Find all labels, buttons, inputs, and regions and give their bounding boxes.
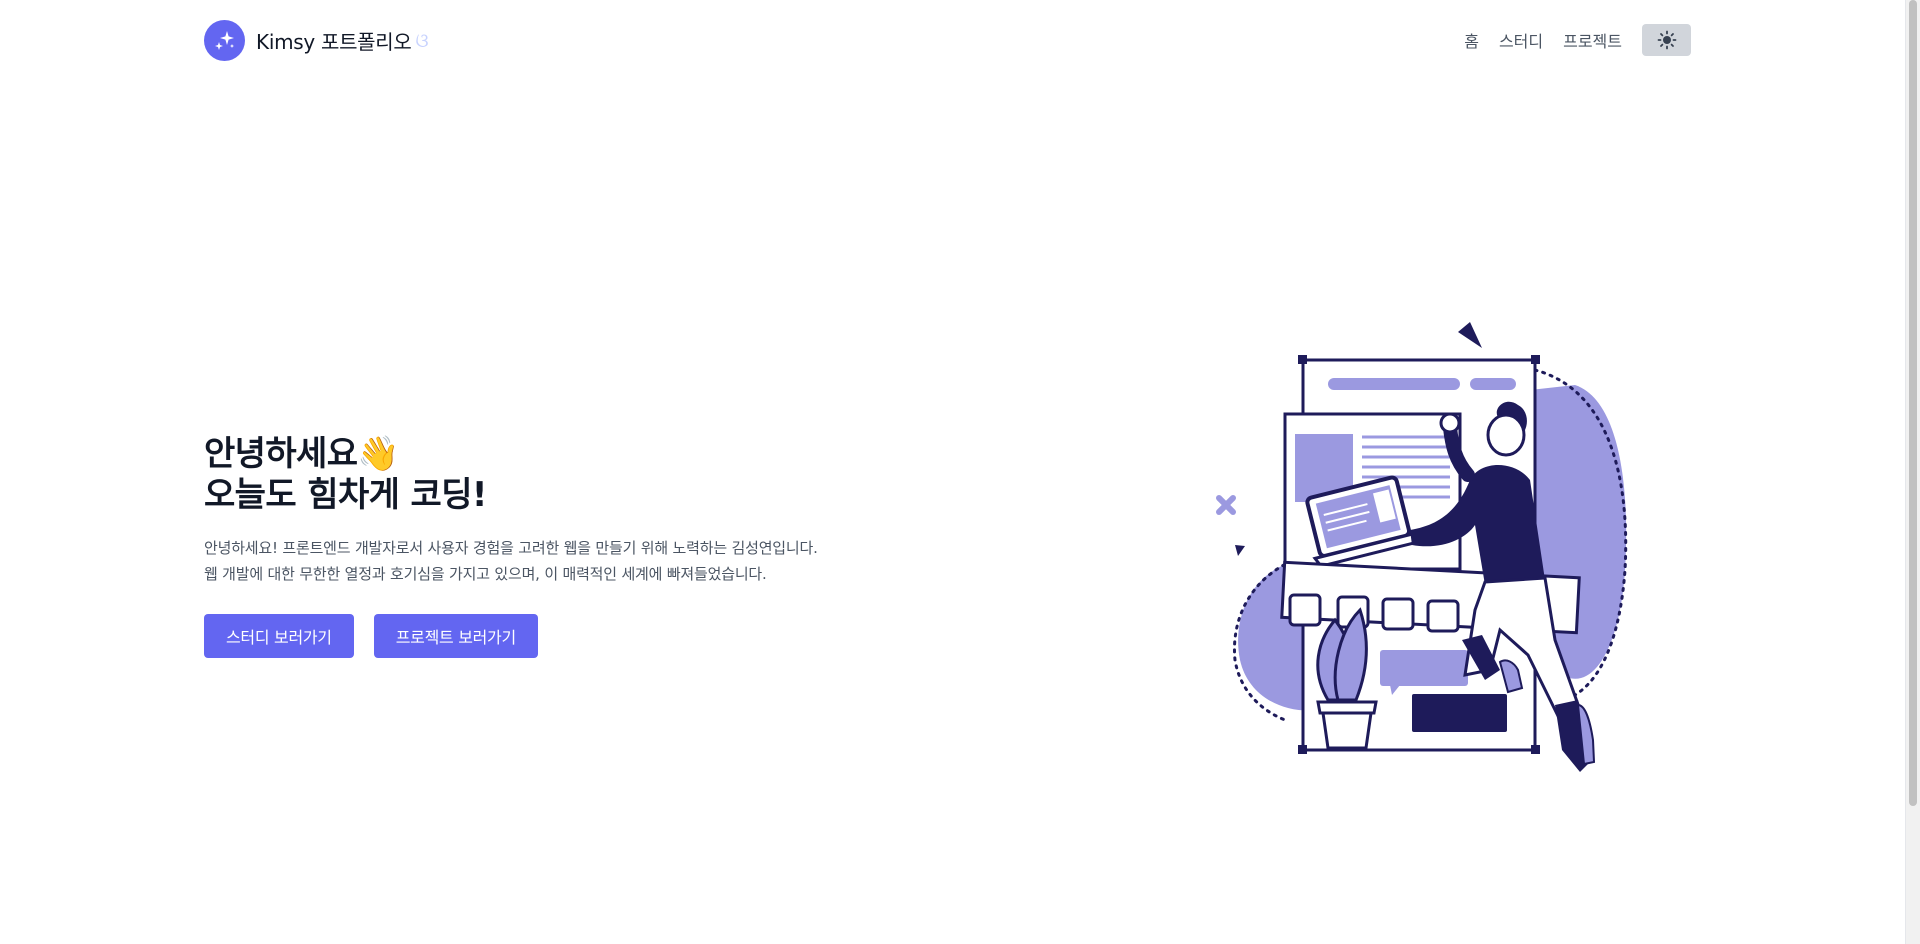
- nav-study[interactable]: 스터디: [1499, 28, 1543, 52]
- scrollbar-thumb[interactable]: [1909, 0, 1917, 806]
- hero-desc-line2: 웹 개발에 대한 무한한 열정과 호기심을 가지고 있으며, 이 매력적인 세계…: [204, 565, 767, 583]
- main-nav: 홈 스터디 프로젝트: [1464, 24, 1691, 56]
- sparkles-icon: [214, 30, 234, 50]
- nav-project[interactable]: 프로젝트: [1563, 28, 1622, 52]
- brand-name: Kimsy 포트폴리오: [256, 30, 412, 54]
- page-scrollbar[interactable]: [1905, 0, 1920, 944]
- hero-desc-line1: 안녕하세요! 프론트엔드 개발자로서 사용자 경험을 고려한 웹을 만들기 위해…: [204, 539, 818, 557]
- illustration-cross: [1216, 495, 1236, 515]
- hero-title-line2: 오늘도 힘차게 코딩!: [204, 475, 487, 515]
- hero-actions: 스터디 보러가기 프로젝트 보러가기: [204, 614, 904, 658]
- nav-home[interactable]: 홈: [1464, 28, 1479, 52]
- site-header: Kimsy 포트폴리오 ଓ 홈 스터디 프로젝트: [0, 0, 1905, 80]
- brand-decoration-glyph: ଓ: [415, 29, 429, 52]
- study-button[interactable]: 스터디 보러가기: [204, 614, 354, 658]
- brand-home-link[interactable]: Kimsy 포트폴리오 ଓ: [204, 20, 429, 61]
- logo: [204, 20, 245, 61]
- illustration-triangle-small: [1235, 545, 1245, 556]
- hero-title-line1: 안녕하세요👋: [204, 434, 400, 474]
- theme-toggle-button[interactable]: [1642, 24, 1691, 56]
- hero-section: 안녕하세요👋 오늘도 힘차게 코딩! 안녕하세요! 프론트엔드 개발자로서 사용…: [204, 434, 904, 658]
- sun-icon: [1657, 30, 1676, 50]
- hero-title: 안녕하세요👋 오늘도 힘차게 코딩!: [204, 434, 904, 516]
- developer-illustration: [1216, 322, 1628, 772]
- illustration-triangle-top: [1458, 322, 1482, 348]
- hero-description: 안녕하세요! 프론트엔드 개발자로서 사용자 경험을 고려한 웹을 만들기 위해…: [204, 535, 904, 587]
- project-button[interactable]: 프로젝트 보러가기: [373, 614, 538, 658]
